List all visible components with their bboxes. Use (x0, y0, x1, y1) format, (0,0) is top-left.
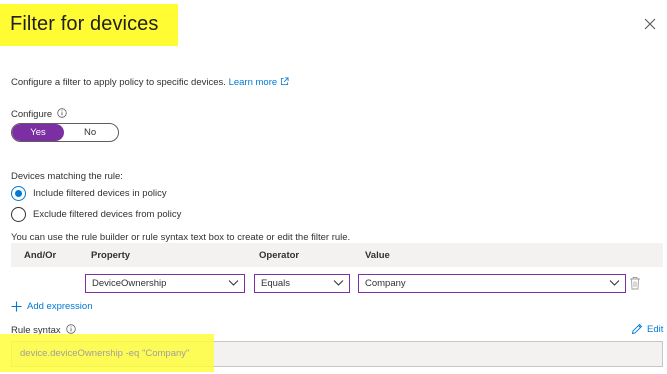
chevron-down-icon (228, 280, 239, 286)
description: Configure a filter to apply policy to sp… (11, 77, 289, 88)
radio-exclude-circle[interactable] (11, 207, 26, 222)
pencil-icon (631, 323, 643, 335)
radio-include-label: Include filtered devices in policy (33, 188, 167, 199)
property-value: DeviceOwnership (92, 278, 167, 289)
delete-icon[interactable] (629, 276, 641, 290)
add-expression-label: Add expression (27, 301, 93, 312)
column-and-or: And/Or (24, 250, 57, 261)
description-text: Configure a filter to apply policy to sp… (11, 77, 226, 88)
chevron-down-icon (609, 280, 620, 286)
column-value: Value (365, 250, 390, 261)
external-link-icon[interactable] (280, 77, 289, 86)
operator-dropdown[interactable]: Equals (254, 274, 350, 293)
add-expression-button[interactable]: Add expression (11, 301, 92, 312)
operator-value: Equals (261, 278, 291, 289)
toggle-yes[interactable]: Yes (12, 124, 64, 141)
learn-more-link[interactable]: Learn more (229, 77, 278, 88)
configure-toggle[interactable]: Yes No (11, 123, 119, 142)
configure-label-text: Configure (11, 109, 53, 120)
configure-label: Configure (11, 108, 67, 120)
radio-include-circle[interactable] (11, 186, 26, 201)
radio-exclude[interactable]: Exclude filtered devices from policy (11, 207, 181, 222)
edit-button[interactable]: Edit (631, 323, 663, 335)
property-dropdown[interactable]: DeviceOwnership (85, 274, 245, 293)
help-text: You can use the rule builder or rule syn… (11, 232, 351, 243)
column-operator: Operator (259, 250, 300, 261)
rule-syntax-text: device.deviceOwnership -eq "Company" (20, 348, 190, 359)
panel-title: Filter for devices (10, 13, 159, 35)
toggle-no[interactable]: No (64, 124, 118, 141)
column-property: Property (91, 250, 131, 261)
matching-label: Devices matching the rule: (11, 171, 123, 182)
value-value: Company (365, 278, 406, 289)
info-icon[interactable] (57, 108, 67, 118)
radio-include[interactable]: Include filtered devices in policy (11, 186, 167, 201)
plus-icon (11, 301, 22, 312)
value-dropdown[interactable]: Company (358, 274, 626, 293)
close-icon[interactable] (643, 17, 657, 31)
chevron-down-icon (333, 280, 344, 286)
radio-exclude-label: Exclude filtered devices from policy (33, 209, 182, 220)
info-icon[interactable] (65, 324, 76, 334)
edit-label: Edit (647, 323, 664, 335)
